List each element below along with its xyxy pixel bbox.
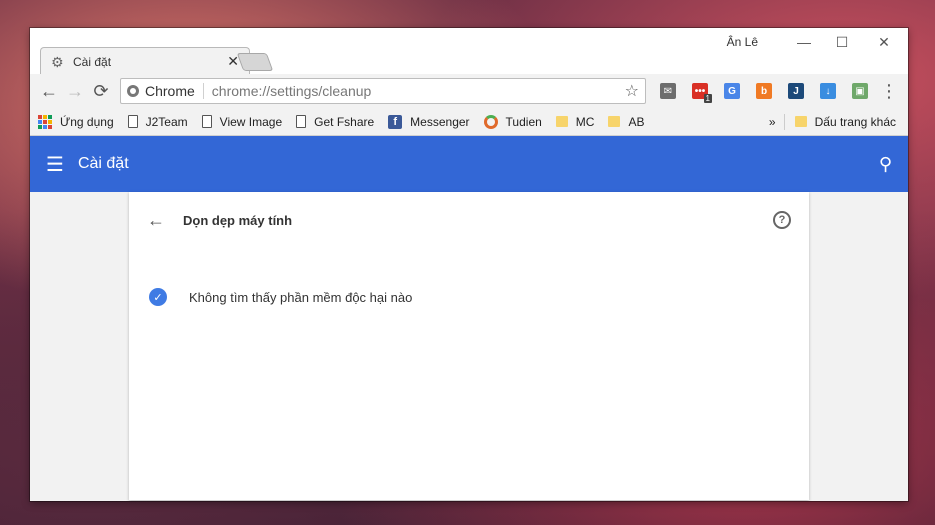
- ring-icon: [483, 114, 498, 129]
- extension-glyph: b: [756, 83, 772, 99]
- folder-icon: [794, 116, 807, 127]
- origin-chip[interactable]: Chrome: [127, 83, 204, 99]
- extension-badge: 1: [703, 94, 712, 103]
- extension-glyph: G: [724, 83, 740, 99]
- browser-window: ⚙ Cài đặt ✕ Ân Lê — ☐ ✕ ← → ⟳ Chrome chr…: [30, 28, 908, 501]
- extension-glyph: ▣: [852, 83, 868, 99]
- bookmarks-overflow-button[interactable]: »: [769, 115, 776, 129]
- bookmark-other[interactable]: Dấu trang khác: [794, 114, 896, 129]
- bookmark-folder-ab[interactable]: AB: [608, 115, 644, 129]
- chrome-icon: [127, 85, 139, 97]
- bookmark-messenger[interactable]: f Messenger: [388, 114, 470, 129]
- chrome-menu-button[interactable]: ⋮: [876, 78, 902, 104]
- card-title: Dọn dẹp máy tính: [183, 212, 293, 228]
- bookmark-label: View Image: [219, 114, 283, 129]
- hamburger-menu-icon[interactable]: ☰: [46, 152, 64, 177]
- back-button[interactable]: ←: [36, 78, 62, 104]
- b-extension-icon[interactable]: b: [750, 78, 778, 104]
- title-bar: ⚙ Cài đặt ✕ Ân Lê — ☐ ✕: [30, 28, 908, 75]
- tab-settings[interactable]: ⚙ Cài đặt ✕: [40, 47, 250, 75]
- address-bar[interactable]: Chrome chrome://settings/cleanup ☆: [120, 78, 646, 104]
- new-tab-button[interactable]: [236, 53, 274, 71]
- page-icon: [201, 115, 212, 128]
- url-text[interactable]: chrome://settings/cleanup: [212, 83, 625, 99]
- bookmarks-divider: [783, 113, 785, 130]
- folder-icon: [555, 116, 568, 127]
- origin-label: Chrome: [145, 83, 195, 99]
- back-arrow-icon[interactable]: ←: [147, 210, 165, 231]
- bookmark-get-fshare[interactable]: Get Fshare: [296, 115, 374, 129]
- tab-title: Cài đặt: [73, 54, 112, 69]
- forward-button[interactable]: →: [62, 78, 88, 104]
- settings-content: ← Dọn dẹp máy tính ? ✓ Không tìm thấy ph…: [30, 192, 908, 500]
- bookmark-view-image[interactable]: View Image: [201, 114, 283, 129]
- card-header: ← Dọn dẹp máy tính ?: [129, 192, 809, 248]
- minimize-button[interactable]: —: [784, 32, 824, 52]
- image-extension-icon[interactable]: ▣: [846, 78, 874, 104]
- toolbar: ← → ⟳ Chrome chrome://settings/cleanup ☆…: [30, 74, 908, 108]
- bookmark-label: Tudien: [505, 114, 542, 129]
- extension-glyph: ↓: [820, 83, 836, 99]
- status-text: Không tìm thấy phần mềm độc hại nào: [189, 289, 413, 305]
- j-extension-icon[interactable]: J: [782, 78, 810, 104]
- bookmark-apps[interactable]: Ứng dụng: [38, 114, 114, 129]
- extension-glyph: J: [788, 83, 804, 99]
- mail-extension-icon[interactable]: ✉: [654, 78, 682, 104]
- bookmark-label: Dấu trang khác: [814, 114, 896, 129]
- bookmark-label: Get Fshare: [314, 114, 375, 129]
- translate-extension-icon[interactable]: G: [718, 78, 746, 104]
- bookmark-j2team[interactable]: J2Team: [127, 114, 188, 129]
- bookmark-label: Messenger: [410, 114, 470, 129]
- extensions-area: ✉ ••• 1 Gb J ↓ ▣: [650, 78, 874, 104]
- facebook-icon: f: [388, 114, 403, 129]
- bookmarks-bar: Ứng dụng J2Team View Image Get Fshare f …: [30, 108, 908, 136]
- bookmark-label: J2Team: [145, 114, 188, 129]
- star-icon[interactable]: ☆: [625, 81, 639, 101]
- gear-icon: ⚙: [51, 53, 64, 70]
- bookmark-label: MC: [575, 114, 595, 129]
- bookmark-label: AB: [628, 114, 645, 129]
- cleanup-card: ← Dọn dẹp máy tính ? ✓ Không tìm thấy ph…: [129, 192, 809, 500]
- help-icon[interactable]: ?: [773, 211, 791, 229]
- page-icon: [296, 115, 307, 128]
- cleanup-status: ✓ Không tìm thấy phần mềm độc hại nào: [129, 288, 809, 306]
- close-window-button[interactable]: ✕: [864, 32, 904, 52]
- settings-app-bar: ☰ Cài đặt ⚲: [30, 136, 908, 192]
- user-name[interactable]: Ân Lê: [727, 35, 758, 49]
- search-icon[interactable]: ⚲: [879, 154, 892, 175]
- download-extension-icon[interactable]: ↓: [814, 78, 842, 104]
- page-title: Cài đặt: [77, 155, 129, 172]
- bookmark-tudien[interactable]: Tudien: [483, 114, 542, 129]
- check-circle-icon: ✓: [149, 288, 167, 306]
- extension-glyph: ✉: [660, 83, 676, 99]
- maximize-button[interactable]: ☐: [822, 32, 862, 52]
- apps-grid-icon: [38, 114, 52, 129]
- bookmark-label: Ứng dụng: [60, 114, 114, 129]
- reload-button[interactable]: ⟳: [88, 78, 114, 104]
- folder-icon: [608, 116, 621, 127]
- message-extension-icon[interactable]: ••• 1: [686, 78, 714, 104]
- bookmark-folder-mc[interactable]: MC: [555, 114, 595, 129]
- page-icon: [127, 115, 138, 128]
